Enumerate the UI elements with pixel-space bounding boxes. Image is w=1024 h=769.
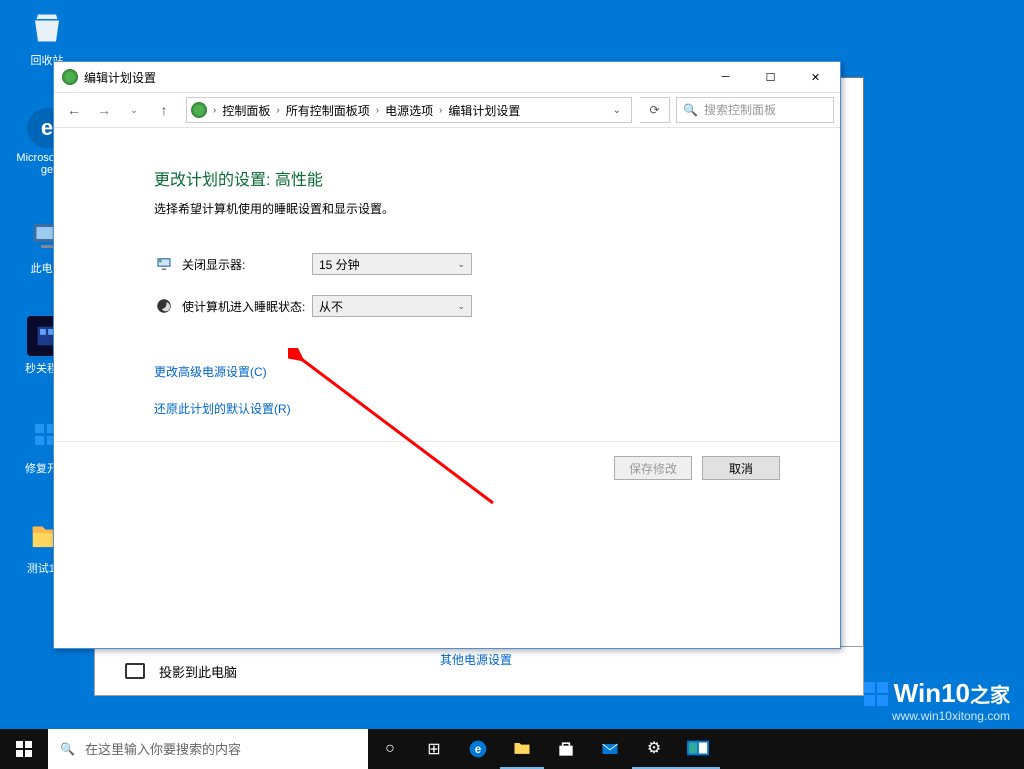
- address-bar[interactable]: › 控制面板 › 所有控制面板项 › 电源选项 › 编辑计划设置 ⌄: [186, 97, 632, 123]
- sleep-select[interactable]: 从不 ⌄: [312, 295, 472, 317]
- taskbar-search-input[interactable]: [85, 742, 356, 757]
- page-subheading: 选择希望计算机使用的睡眠设置和显示设置。: [154, 200, 840, 217]
- control-panel-window: 编辑计划设置 ─ ☐ ✕ ← → ⌄ ↑ › 控制面板 › 所有控制面板项 › …: [53, 61, 841, 649]
- windows-logo-icon: [16, 741, 32, 757]
- system-tray[interactable]: [978, 729, 1024, 769]
- refresh-button[interactable]: ⟳: [640, 97, 670, 123]
- store-taskbar-icon[interactable]: [544, 729, 588, 769]
- nav-back-button[interactable]: ←: [60, 96, 88, 124]
- settings-taskbar-icon[interactable]: ⚙: [632, 729, 676, 769]
- search-box[interactable]: 🔍: [676, 97, 834, 123]
- cancel-button[interactable]: 取消: [702, 456, 780, 480]
- sleep-label: 使计算机进入睡眠状态:: [182, 298, 312, 315]
- monitor-icon: [154, 254, 174, 274]
- taskbar-search[interactable]: 🔍: [48, 729, 368, 769]
- edge-taskbar-icon[interactable]: e: [456, 729, 500, 769]
- window-controls: ─ ☐ ✕: [703, 63, 838, 91]
- breadcrumb-item[interactable]: 电源选项: [381, 102, 437, 119]
- watermark-url: www.win10xitong.com: [864, 709, 1010, 723]
- minimize-button[interactable]: ─: [703, 63, 748, 91]
- divider: [54, 441, 840, 442]
- address-dropdown-icon[interactable]: ⌄: [607, 105, 627, 116]
- display-off-select[interactable]: 15 分钟 ⌄: [312, 253, 472, 275]
- setting-row-sleep: 使计算机进入睡眠状态: 从不 ⌄: [154, 295, 840, 317]
- restore-defaults-link[interactable]: 还原此计划的默认设置(R): [154, 400, 291, 417]
- crumb-sep-icon: ›: [211, 105, 218, 116]
- maximize-button[interactable]: ☐: [748, 63, 793, 91]
- select-value: 从不: [319, 298, 343, 315]
- breadcrumb-item[interactable]: 所有控制面板项: [282, 102, 374, 119]
- titlebar[interactable]: 编辑计划设置 ─ ☐ ✕: [54, 62, 840, 92]
- nav-recent-button[interactable]: ⌄: [120, 96, 148, 124]
- task-view-button[interactable]: ⊞: [412, 729, 456, 769]
- display-off-label: 关闭显示器:: [182, 256, 312, 273]
- breadcrumb-item[interactable]: 编辑计划设置: [444, 102, 524, 119]
- svg-text:e: e: [475, 743, 482, 756]
- address-icon: [191, 102, 207, 118]
- project-label: 投影到此电脑: [159, 662, 237, 681]
- select-value: 15 分钟: [319, 256, 360, 273]
- crumb-sep-icon: ›: [437, 105, 444, 116]
- chevron-down-icon: ⌄: [457, 259, 465, 270]
- search-icon: 🔍: [683, 103, 698, 117]
- content-area: 更改计划的设置: 高性能 选择希望计算机使用的睡眠设置和显示设置。 关闭显示器:…: [54, 128, 840, 648]
- breadcrumb-item[interactable]: 控制面板: [218, 102, 274, 119]
- control-panel-taskbar-icon[interactable]: [676, 729, 720, 769]
- crumb-sep-icon: ›: [274, 105, 281, 116]
- mail-taskbar-icon[interactable]: [588, 729, 632, 769]
- watermark-logo-icon: [864, 682, 888, 706]
- other-power-link[interactable]: 其他电源设置: [440, 651, 512, 668]
- save-button[interactable]: 保存修改: [614, 456, 692, 480]
- start-button[interactable]: [0, 729, 48, 769]
- search-icon: 🔍: [60, 742, 75, 756]
- search-input[interactable]: [704, 103, 827, 117]
- taskbar: 🔍 ○ ⊞ e ⚙: [0, 729, 1024, 769]
- close-button[interactable]: ✕: [793, 63, 838, 91]
- window-title: 编辑计划设置: [84, 69, 703, 86]
- links-section: 更改高级电源设置(C) 还原此计划的默认设置(R): [154, 353, 840, 427]
- nav-up-button[interactable]: ↑: [150, 96, 178, 124]
- sleep-icon: [154, 296, 174, 316]
- cortana-button[interactable]: ○: [368, 729, 412, 769]
- recycle-bin-icon: [27, 8, 67, 48]
- crumb-sep-icon: ›: [374, 105, 381, 116]
- setting-row-display: 关闭显示器: 15 分钟 ⌄: [154, 253, 840, 275]
- button-row: 保存修改 取消: [154, 456, 840, 480]
- watermark-brand: Win10: [894, 678, 970, 708]
- explorer-taskbar-icon[interactable]: [500, 729, 544, 769]
- advanced-settings-link[interactable]: 更改高级电源设置(C): [154, 363, 267, 380]
- chevron-down-icon: ⌄: [457, 301, 465, 312]
- page-heading: 更改计划的设置: 高性能: [154, 166, 840, 190]
- window-app-icon: [62, 69, 78, 85]
- watermark: Win10之家 www.win10xitong.com: [864, 678, 1010, 723]
- navbar: ← → ⌄ ↑ › 控制面板 › 所有控制面板项 › 电源选项 › 编辑计划设置…: [54, 92, 840, 128]
- desktop-icon-recycle[interactable]: 回收站: [14, 8, 80, 68]
- project-icon: [125, 663, 145, 679]
- watermark-suffix: 之家: [970, 685, 1010, 707]
- nav-forward-button[interactable]: →: [90, 96, 118, 124]
